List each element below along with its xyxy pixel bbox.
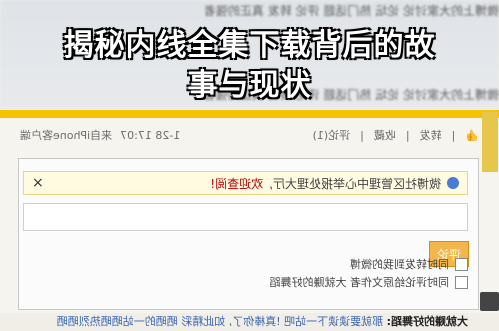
notice-banner: 微博社区管理中心举报处理大厅, 欢迎查阅! × [23,171,468,195]
notice-welcome[interactable]: 欢迎查阅! [210,175,263,192]
comment-link[interactable]: 评论(1) [313,127,351,143]
yellow-divider [0,110,499,118]
favorite-link[interactable]: 收藏 [374,127,396,143]
option-forward[interactable]: 同时转发到我的微博 [350,255,468,273]
notice-text: 微博社区管理中心举报处理大厅, [269,176,441,191]
mirrored-ui: 1-28 17:07 来自iPhone客户端 👍 | 转发 | 收藏 | 评论(… [0,118,499,328]
close-icon[interactable]: × [32,175,44,191]
avatar[interactable] [480,292,499,311]
comment-author[interactable]: 大就赚的好舞蹈: [387,315,468,328]
headline-line-1: 揭秘内线全集下载背后的故 [63,28,436,63]
right-decoration [482,112,498,312]
reply-box: 微博社区管理中心举报处理大厅, 欢迎查阅! × 评论 同时转发到我的微博 同时评… [18,158,479,328]
thumb-up-icon[interactable]: 👍 [465,129,479,142]
checkbox[interactable] [455,257,468,271]
post-timestamp: 1-28 17:07 [120,128,181,142]
post-toolbar: 👍 | 转发 | 收藏 | 评论(1) [313,126,479,144]
info-icon [447,177,459,189]
comment-text: 那就要读读下一站吧 !真棒你了, 如此精彩 晒晒的一站晒晒热烈晒晒 [56,315,384,328]
toolbar-separator: | [451,128,456,142]
option-label: 同时评论给原文作者 大就赚的好舞蹈 [269,276,450,289]
post-meta: 1-28 17:07 来自iPhone客户端 [20,126,180,144]
headline-line-2: 事与现状 [187,68,312,103]
option-comment-author[interactable]: 同时评论给原文作者 大就赚的好舞蹈 [269,273,468,291]
comment-input[interactable] [23,203,468,231]
toolbar-separator: | [405,128,410,142]
post-source[interactable]: 来自iPhone客户端 [20,127,112,143]
option-label: 同时转发到我的微博 [350,258,449,271]
weibo-panel: 1-28 17:07 来自iPhone客户端 👍 | 转发 | 收藏 | 评论(… [0,118,499,328]
forward-link[interactable]: 转发 [420,127,442,143]
checkbox[interactable] [455,275,468,289]
comment-list-item: 大就赚的好舞蹈: 那就要读读下一站吧 !真棒你了, 如此精彩 晒晒的一站晒晒热烈… [28,313,468,331]
blurred-text-line: 微博上的大家讨论 论坛 热门话题 评论 转发 真正的强者 [203,4,499,18]
toolbar-separator: | [360,128,364,142]
headline: 揭秘内线全集下载背后的故 事与现状 [0,26,499,106]
